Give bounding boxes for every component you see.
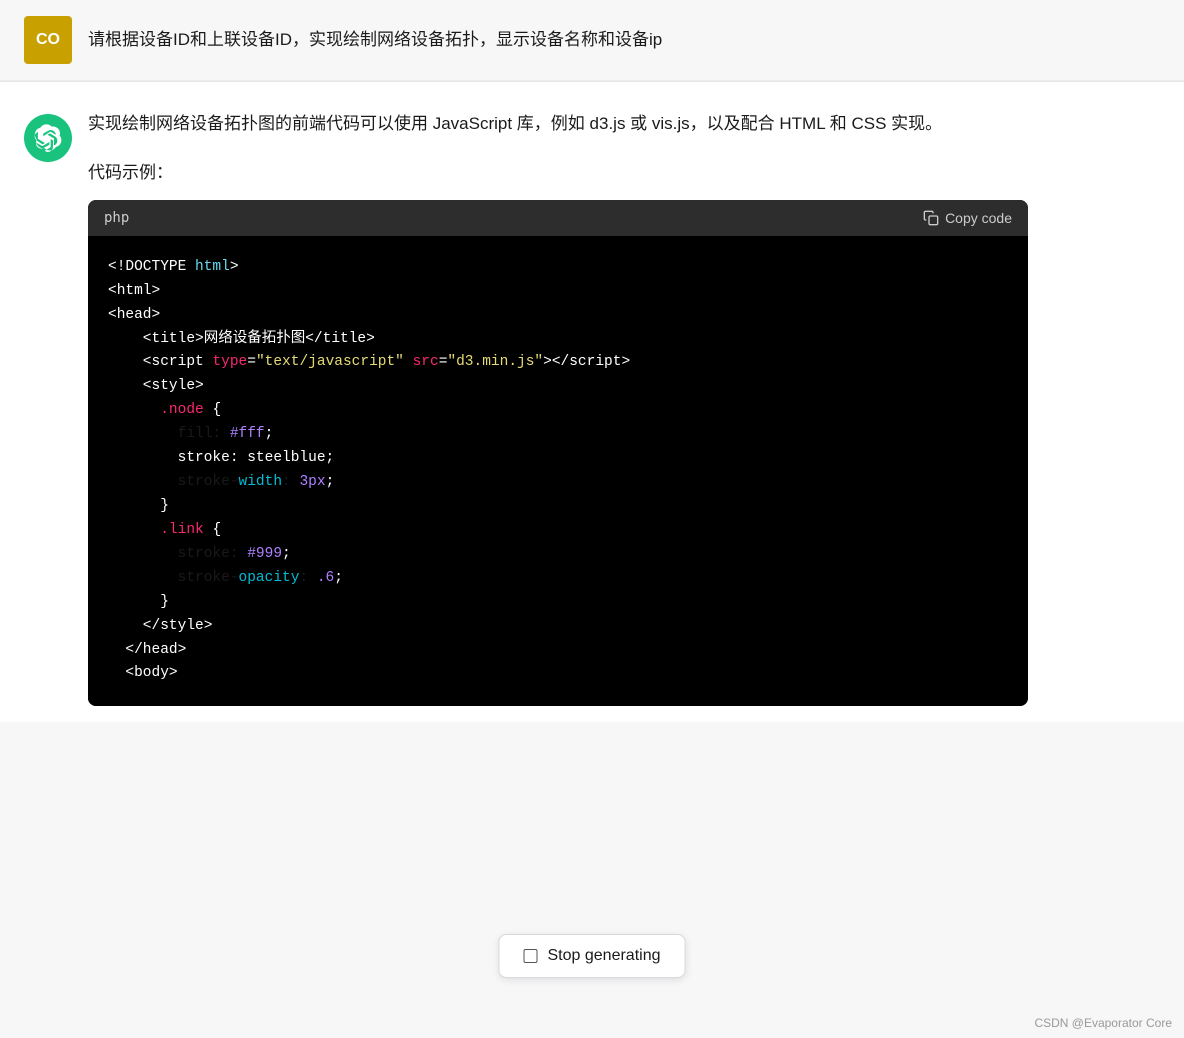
assistant-intro: 实现绘制网络设备拓扑图的前端代码可以使用 JavaScript 库，例如 d3.… [88, 110, 1160, 139]
code-line-8: fill: #fff; [108, 423, 1008, 447]
code-content: <!DOCTYPE html> <html> <head> <title>网络设… [88, 236, 1028, 707]
stop-checkbox-icon [524, 949, 538, 963]
code-line-17: </style> [108, 615, 1008, 639]
copy-code-button[interactable]: Copy code [923, 210, 1012, 226]
assistant-avatar [24, 114, 72, 162]
code-line-7: .node { [108, 399, 1008, 423]
code-line-3: <head> [108, 304, 1008, 328]
code-line-15: stroke-opacity: .6; [108, 567, 1008, 591]
code-line-19: <body> [108, 662, 1008, 686]
code-lang-label: php [104, 210, 129, 226]
code-line-9: stroke: steelblue; [108, 447, 1008, 471]
code-block-wrapper: php Copy code <!DOCTYPE html> <html> <he… [88, 200, 1028, 707]
chatgpt-icon [34, 124, 62, 152]
code-line-14: stroke: #999; [108, 543, 1008, 567]
stop-generating-label: Stop generating [548, 947, 661, 965]
code-label: 代码示例： [88, 159, 1160, 188]
assistant-content: 实现绘制网络设备拓扑图的前端代码可以使用 JavaScript 库，例如 d3.… [88, 110, 1160, 706]
code-block-header: php Copy code [88, 200, 1028, 236]
code-line-13: .link { [108, 519, 1008, 543]
assistant-message-row: 实现绘制网络设备拓扑图的前端代码可以使用 JavaScript 库，例如 d3.… [0, 82, 1184, 722]
watermark: CSDN @Evaporator Core [1034, 1016, 1172, 1030]
copy-icon [923, 210, 939, 226]
code-line-18: </head> [108, 639, 1008, 663]
code-line-11: } [108, 495, 1008, 519]
code-line-16: } [108, 591, 1008, 615]
user-message-text: 请根据设备ID和上联设备ID，实现绘制网络设备拓扑，显示设备名称和设备ip [88, 16, 662, 53]
user-avatar: CO [24, 16, 72, 64]
code-line-4: <title>网络设备拓扑图</title> [108, 328, 1008, 352]
code-line-1: <!DOCTYPE html> [108, 256, 1008, 280]
code-line-5: <script type="text/javascript" src="d3.m… [108, 351, 1008, 375]
code-line-6: <style> [108, 375, 1008, 399]
code-line-10: stroke-width: 3px; [108, 471, 1008, 495]
user-message-row: CO 请根据设备ID和上联设备ID，实现绘制网络设备拓扑，显示设备名称和设备ip [0, 0, 1184, 81]
copy-code-label: Copy code [945, 210, 1012, 226]
stop-generating-button[interactable]: Stop generating [499, 934, 686, 978]
code-line-2: <html> [108, 280, 1008, 304]
